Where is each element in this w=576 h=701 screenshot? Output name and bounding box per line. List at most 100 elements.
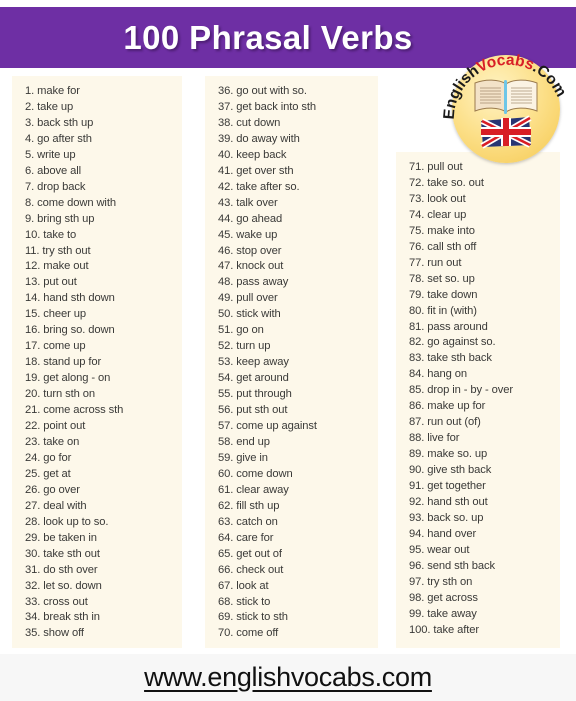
list-item: 82. go against so. [409, 336, 496, 349]
list-item: 30. take sth out [25, 547, 100, 560]
list-item: 18. stand up for [25, 356, 102, 369]
list-item: 58. end up [218, 435, 270, 448]
list-item: 61. clear away [218, 483, 289, 496]
list-item: 10. take to [25, 228, 77, 241]
verb-list-3: 71. pull out 72. take so. out 73. look o… [409, 160, 556, 639]
list-item: 26. go over [25, 483, 80, 496]
list-item: 59. give in [218, 451, 268, 464]
verb-list-column-1: 1. make for 2. take up 3. back sth up 4.… [12, 76, 182, 648]
list-item: 69. stick to sth [218, 611, 288, 624]
list-item: 72. take so. out [409, 176, 484, 189]
list-item: 7. drop back [25, 180, 86, 193]
list-item: 47. knock out [218, 260, 284, 273]
list-item: 54. get around [218, 372, 289, 385]
list-item: 22. point out [25, 420, 86, 433]
list-item: 98. get across [409, 591, 478, 604]
englishvocabs-logo-badge: EnglishVocabs.Com [441, 52, 570, 163]
list-item: 92. hand sth out [409, 496, 488, 509]
list-item: 5. write up [25, 148, 76, 161]
list-item: 8. come down with [25, 196, 116, 209]
list-item: 83. take sth back [409, 352, 492, 365]
list-item: 94. hand over [409, 527, 477, 540]
list-item: 57. come up against [218, 420, 317, 433]
list-item: 38. cut down [218, 116, 281, 129]
list-item: 91. get together [409, 480, 486, 493]
list-item: 85. drop in - by - over [409, 384, 514, 397]
list-item: 90. give sth back [409, 464, 492, 477]
list-item: 32. let so. down [25, 579, 102, 592]
list-item: 77. run out [409, 256, 462, 269]
list-item: 35. show off [25, 627, 84, 640]
list-item: 68. stick to [218, 595, 271, 608]
list-item: 16. bring so. down [25, 324, 115, 337]
list-item: 3. back sth up [25, 116, 94, 129]
open-book-icon [474, 79, 538, 114]
poster-page: 100 Phrasal Verbs EnglishVocabs.Com 1. m… [0, 0, 576, 701]
list-item: 9. bring sth up [25, 212, 95, 225]
list-item: 79. take down [409, 288, 478, 301]
list-item: 93. back so. up [409, 511, 484, 524]
list-item: 76. call sth off [409, 240, 477, 253]
list-item: 42. take after so. [218, 180, 300, 193]
list-item: 49. pull over [218, 292, 278, 305]
list-item: 67. look at [218, 579, 269, 592]
list-item: 19. get along - on [25, 372, 111, 385]
list-item: 31. do sth over [25, 563, 98, 576]
logo-text-vocabs: Vocabs [474, 52, 536, 76]
list-item: 50. stick with [218, 308, 281, 321]
list-item: 2. take up [25, 100, 74, 113]
list-item: 97. try sth on [409, 575, 473, 588]
page-title: 100 Phrasal Verbs [123, 18, 413, 56]
list-item: 100. take after [409, 623, 480, 636]
list-item: 95. wear out [409, 543, 470, 556]
list-item: 96. send sth back [409, 559, 495, 572]
uk-flag-icon [480, 115, 532, 149]
list-item: 99. take away [409, 607, 477, 620]
list-item: 70. come off [218, 627, 279, 640]
list-item: 36. go out with so. [218, 85, 307, 97]
verb-list-1: 1. make for 2. take up 3. back sth up 4.… [25, 84, 178, 642]
verb-list-2: 36. go out with so. 37. get back into st… [218, 84, 374, 642]
list-item: 53. keep away [218, 356, 289, 369]
list-item: 14. hand sth down [25, 292, 115, 305]
list-item: 21. come across sth [25, 404, 124, 417]
verb-list-column-3: 71. pull out 72. take so. out 73. look o… [396, 152, 560, 648]
list-item: 25. get at [25, 467, 71, 480]
website-url[interactable]: www.englishvocabs.com [144, 662, 432, 693]
list-item: 44. go ahead [218, 212, 283, 225]
list-item: 64. care for [218, 531, 274, 544]
list-item: 41. get over sth [218, 164, 294, 177]
list-item: 52. turn up [218, 340, 271, 353]
list-item: 66. check out [218, 563, 284, 576]
list-item: 78. set so. up [409, 272, 475, 285]
list-item: 62. fill sth up [218, 499, 280, 512]
list-item: 13. put out [25, 276, 77, 289]
list-item: 20. turn sth on [25, 388, 96, 401]
list-item: 12. make out [25, 260, 89, 273]
list-item: 86. make up for [409, 400, 486, 413]
verb-list-column-2: 36. go out with so. 37. get back into st… [205, 76, 378, 648]
list-item: 34. break sth in [25, 611, 100, 624]
list-item: 81. pass around [409, 320, 488, 333]
footer-bar: www.englishvocabs.com [0, 654, 576, 701]
list-item: 4. go after sth [25, 132, 92, 145]
list-item: 60. come down [218, 467, 293, 480]
list-item: 48. pass away [218, 276, 289, 289]
list-item: 27. deal with [25, 499, 87, 512]
list-item: 23. take on [25, 435, 80, 448]
list-item: 11. try sth out [25, 244, 91, 257]
list-item: 6. above all [25, 164, 82, 177]
list-item: 15. cheer up [25, 308, 86, 321]
list-item: 1. make for [25, 85, 80, 97]
list-item: 29. be taken in [25, 531, 97, 544]
list-item: 88. live for [409, 432, 460, 445]
list-item: 51. go on [218, 324, 264, 337]
list-item: 39. do away with [218, 132, 300, 145]
list-item: 87. run out (of) [409, 416, 481, 429]
list-item: 74. clear up [409, 208, 467, 221]
list-item: 89. make so. up [409, 448, 488, 461]
list-item: 33. cross out [25, 595, 88, 608]
list-item: 17. come up [25, 340, 86, 353]
list-item: 55. put through [218, 388, 292, 401]
list-item: 43. talk over [218, 196, 278, 209]
